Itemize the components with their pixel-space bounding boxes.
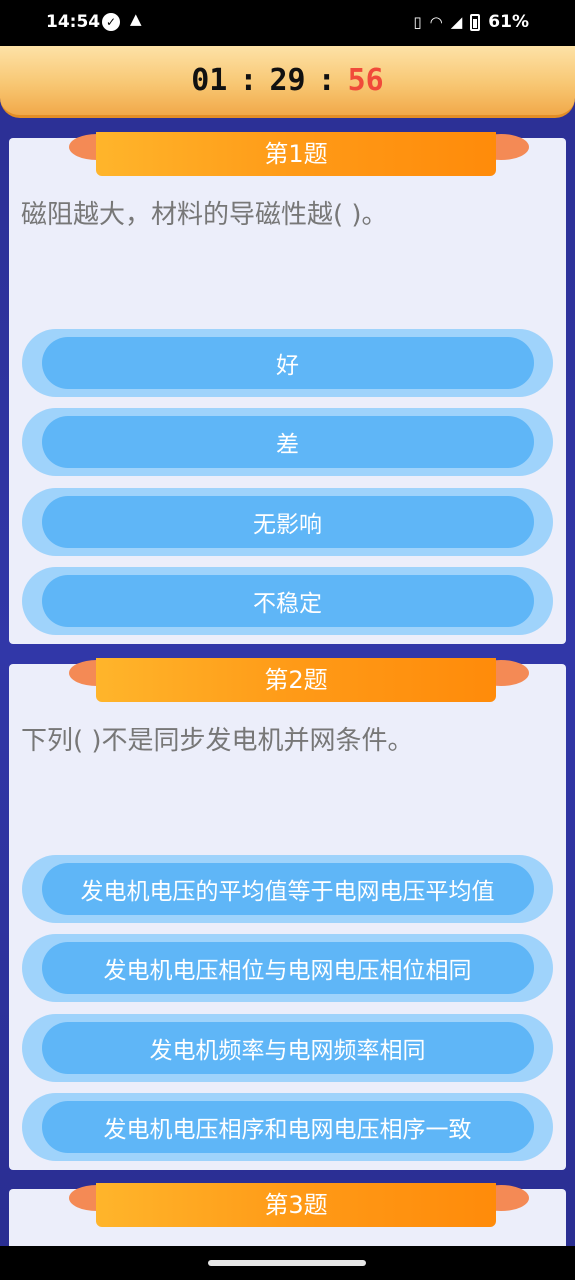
status-time: 14:54 xyxy=(46,12,101,32)
option-label: 发电机电压的平均值等于电网电压平均值 xyxy=(41,863,534,915)
question-text: 下列( )不是同步发电机并网条件。 xyxy=(21,726,414,756)
option-button-c[interactable]: 无影响 xyxy=(22,488,553,556)
option-label: 发电机电压相位与电网电压相位相同 xyxy=(41,942,534,994)
option-button-a[interactable]: 好 xyxy=(22,329,553,397)
status-bar: 14:54 ✓ ▲ ▯ ◠ ◢ 61% xyxy=(0,0,575,46)
timer-minutes: 29 xyxy=(269,63,306,98)
question-number: 第1题 xyxy=(96,132,496,176)
question-card-3: 第3题 xyxy=(9,1183,566,1246)
home-gesture-handle[interactable] xyxy=(208,1260,366,1266)
timer-separator: : xyxy=(239,63,258,98)
navigation-bar xyxy=(0,1246,575,1280)
question-number: 第3题 xyxy=(96,1183,496,1227)
cell-signal-icon: ◢ xyxy=(450,13,463,31)
vibrate-icon: ▯ xyxy=(413,13,422,31)
battery-icon xyxy=(470,13,481,31)
option-label: 差 xyxy=(41,416,534,468)
timer-hours: 01 xyxy=(191,63,228,98)
option-label: 无影响 xyxy=(41,496,534,548)
question-number: 第2题 xyxy=(96,658,496,702)
question-card-2: 第2题 下列( )不是同步发电机并网条件。 发电机电压的平均值等于电网电压平均值… xyxy=(9,658,566,1170)
option-button-b[interactable]: 差 xyxy=(22,408,553,476)
option-button-d[interactable]: 不稳定 xyxy=(22,567,553,635)
battery-percent: 61% xyxy=(488,12,529,32)
option-label: 好 xyxy=(41,337,534,389)
option-button-a[interactable]: 发电机电压的平均值等于电网电压平均值 xyxy=(22,855,553,923)
option-label: 发电机电压相序和电网电压相序一致 xyxy=(41,1101,534,1153)
option-label: 不稳定 xyxy=(41,575,534,627)
timer-seconds: 56 xyxy=(347,63,384,98)
timer-separator: : xyxy=(317,63,336,98)
option-button-c[interactable]: 发电机频率与电网频率相同 xyxy=(22,1014,553,1082)
status-right: ▯ ◠ ◢ 61% xyxy=(413,12,529,32)
option-label: 发电机频率与电网频率相同 xyxy=(41,1022,534,1074)
question-text: 磁阻越大，材料的导磁性越( )。 xyxy=(21,200,388,230)
wifi-icon: ◠ xyxy=(429,13,443,31)
option-button-d[interactable]: 发电机电压相序和电网电压相序一致 xyxy=(22,1093,553,1161)
countdown-timer: 01 : 29 : 56 xyxy=(0,46,575,118)
question-card-1: 第1题 磁阻越大，材料的导磁性越( )。 好 差 无影响 不稳定 xyxy=(9,132,566,644)
quiz-screen: 01 : 29 : 56 第1题 磁阻越大，材料的导磁性越( )。 好 差 无影… xyxy=(0,46,575,1246)
alert-icon: ▲ xyxy=(130,10,142,28)
check-circle-icon: ✓ xyxy=(102,13,120,31)
option-button-b[interactable]: 发电机电压相位与电网电压相位相同 xyxy=(22,934,553,1002)
